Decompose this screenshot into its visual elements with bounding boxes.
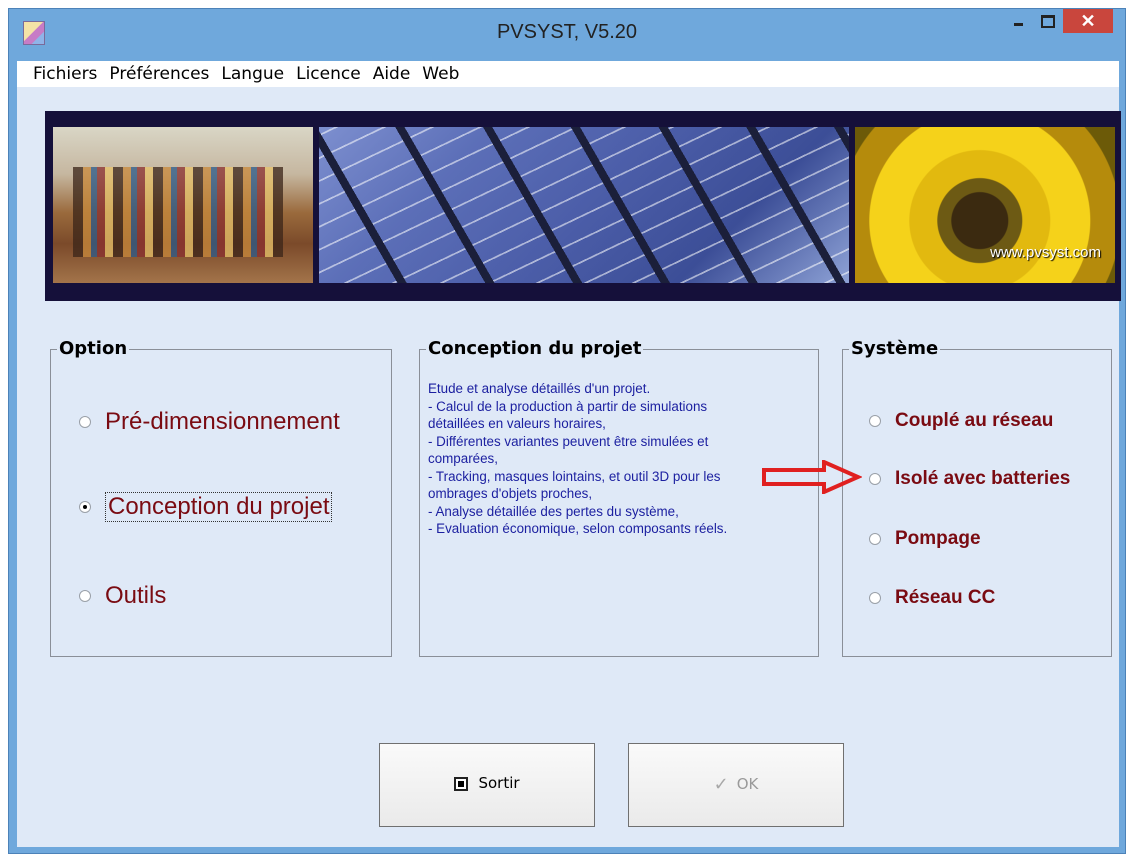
- ok-button-label: OK: [736, 775, 759, 793]
- ok-button[interactable]: ✓ OK: [628, 743, 844, 827]
- option-group: Option Pré-dimensionnement Conception du…: [50, 338, 392, 657]
- option-label: Outils: [105, 582, 167, 609]
- option-outils[interactable]: Outils: [79, 582, 166, 610]
- description-line: comparées,: [428, 451, 498, 466]
- system-label: Couplé au réseau: [895, 410, 1054, 431]
- main-panel: www.pvsyst.com Option Pré-dimensionnemen…: [17, 87, 1121, 847]
- system-reseau-cc[interactable]: Réseau CC: [869, 587, 995, 609]
- description-line: - Tracking, masques lointains, et outil …: [428, 468, 721, 484]
- banner-image-solar-panels: [319, 127, 849, 283]
- stop-icon: [454, 776, 469, 791]
- radio-icon[interactable]: [869, 592, 881, 604]
- radio-icon[interactable]: [79, 590, 91, 602]
- project-description: Etude et analyse détaillés d'un projet. …: [428, 380, 808, 538]
- radio-checked-icon[interactable]: [79, 501, 91, 513]
- radio-icon[interactable]: [869, 473, 881, 485]
- close-button[interactable]: ✕: [1063, 9, 1113, 33]
- close-icon: ✕: [1080, 11, 1096, 31]
- option-conception-du-projet[interactable]: Conception du projet: [79, 492, 333, 522]
- checkmark-icon: ✓: [713, 774, 729, 795]
- option-group-title: Option: [57, 338, 130, 359]
- menu-bar: Fichiers Préférences Langue Licence Aide Web: [17, 61, 1119, 87]
- system-label: Isolé avec batteries: [895, 468, 1071, 489]
- exit-button[interactable]: Sortir: [379, 743, 595, 827]
- description-line: détaillées en valeurs horaires,: [428, 416, 606, 431]
- system-label: Réseau CC: [895, 587, 996, 608]
- banner-url: www.pvsyst.com: [990, 244, 1101, 261]
- system-couple-au-reseau[interactable]: Couplé au réseau: [869, 410, 1053, 432]
- system-label: Pompage: [895, 528, 981, 549]
- app-window: PVSYST, V5.20 ✕ Fichiers Préférences Langu…: [8, 8, 1126, 854]
- menu-licence[interactable]: Licence: [290, 61, 367, 87]
- radio-icon[interactable]: [869, 415, 881, 427]
- option-pre-dimensionnement[interactable]: Pré-dimensionnement: [79, 408, 340, 436]
- system-isole-avec-batteries[interactable]: Isolé avec batteries: [869, 468, 1070, 490]
- menu-web[interactable]: Web: [416, 61, 465, 87]
- description-line: - Analyse détaillée des pertes du systèm…: [428, 503, 679, 519]
- exit-button-label: Sortir: [478, 774, 520, 792]
- menu-langue[interactable]: Langue: [215, 61, 290, 87]
- banner: www.pvsyst.com: [45, 111, 1121, 301]
- system-group-title: Système: [849, 338, 941, 359]
- conception-group: Conception du projet Etude et analyse dé…: [419, 338, 819, 657]
- maximize-button[interactable]: [1033, 11, 1059, 31]
- window-title: PVSYST, V5.20: [496, 21, 638, 43]
- red-arrow-annotation-icon: [762, 460, 862, 494]
- system-group: Système Couplé au réseau Isolé avec batt…: [842, 338, 1112, 657]
- description-line: ombrages d'objets proches,: [428, 486, 593, 501]
- radio-icon[interactable]: [79, 416, 91, 428]
- minimize-button[interactable]: [1005, 11, 1031, 31]
- exit-button-content: Sortir: [380, 774, 594, 792]
- menu-preferences[interactable]: Préférences: [103, 61, 215, 87]
- description-line: - Calcul de la production à partir de si…: [428, 398, 708, 414]
- description-line: Etude et analyse détaillés d'un projet.: [428, 381, 651, 396]
- option-label: Conception du projet: [105, 492, 333, 522]
- menu-aide[interactable]: Aide: [367, 61, 417, 87]
- banner-image-people: [53, 127, 313, 283]
- description-line: - Evaluation économique, selon composant…: [428, 521, 728, 536]
- option-label: Pré-dimensionnement: [105, 408, 340, 435]
- ok-button-content: ✓ OK: [629, 774, 843, 795]
- description-line: - Différentes variantes peuvent être sim…: [428, 433, 709, 449]
- menu-fichiers[interactable]: Fichiers: [17, 61, 103, 87]
- system-pompage[interactable]: Pompage: [869, 528, 981, 550]
- banner-image-sunflower: www.pvsyst.com: [855, 127, 1115, 283]
- radio-icon[interactable]: [869, 533, 881, 545]
- title-bar[interactable]: PVSYST, V5.20 ✕: [9, 9, 1125, 61]
- conception-group-title: Conception du projet: [426, 338, 644, 359]
